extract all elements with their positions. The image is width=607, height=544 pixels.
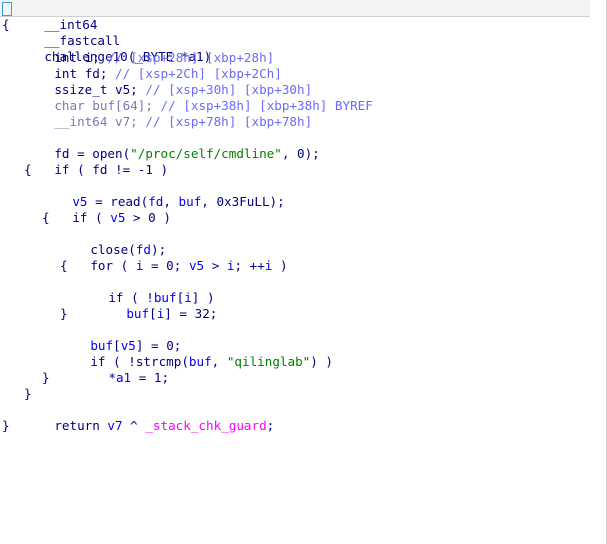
decl-buf[interactable]: char buf[64]; // [xsp+38h] [xbp+38h] BYR… (24, 82, 373, 113)
function-close-brace: } (2, 418, 10, 433)
decl-i[interactable]: int i; // [xsp+28h] [xbp+28h] (24, 34, 274, 65)
brace-open-2: { (42, 210, 50, 225)
pseudocode-view[interactable]: __int64 __fastcall challenge10(_BYTE *a1… (0, 0, 607, 544)
stmt-if-buf[interactable]: if ( !buf[i] ) (78, 274, 214, 305)
decl-v5[interactable]: ssize_t v5; // [xsp+30h] [xbp+30h] (24, 66, 312, 97)
stmt-for[interactable]: for ( i = 0; v5 > i; ++i ) (60, 242, 287, 273)
text-cursor (2, 2, 12, 16)
return-type: __int64 (44, 17, 98, 32)
stmt-if-strcmp[interactable]: if ( !strcmp(buf, "qilinglab") ) (60, 338, 333, 369)
string-literal: "qilinglab" (226, 354, 311, 369)
stmt-set-a1[interactable]: *a1 = 1; (78, 354, 169, 385)
stmt-assign-space[interactable]: buf[i] = 32; (96, 290, 217, 321)
stack-comment: // [xsp+78h] [xbp+78h] (145, 114, 313, 129)
stmt-terminate[interactable]: buf[v5] = 0; (60, 322, 181, 353)
function-open-brace: { (2, 17, 10, 32)
stmt-if-v5[interactable]: if ( v5 > 0 ) (42, 194, 171, 225)
stmt-read[interactable]: v5 = read(fd, buf, 0x3FuLL); (42, 178, 284, 209)
stmt-open[interactable]: fd = open("/proc/self/cmdline", 0); (24, 130, 319, 161)
stmt-close[interactable]: close(fd); (60, 226, 166, 257)
decl-fd[interactable]: int fd; // [xsp+2Ch] [xbp+2Ch] (24, 50, 282, 81)
brace-open-3: { (60, 258, 68, 273)
global-symbol[interactable]: _stack_chk_guard (145, 418, 266, 433)
stmt-return[interactable]: return v7 ^ _stack_chk_guard; (24, 402, 274, 433)
brace-open-1: { (24, 162, 32, 177)
brace-close-2: } (42, 370, 50, 385)
brace-close-1: } (24, 386, 32, 401)
function-signature[interactable]: __int64 __fastcall challenge10(_BYTE *a1… (14, 1, 211, 64)
decl-v7[interactable]: __int64 v7; // [xsp+78h] [xbp+78h] (24, 98, 312, 129)
brace-close-3: } (60, 306, 68, 321)
stmt-if-fd[interactable]: if ( fd != -1 ) (24, 146, 168, 177)
